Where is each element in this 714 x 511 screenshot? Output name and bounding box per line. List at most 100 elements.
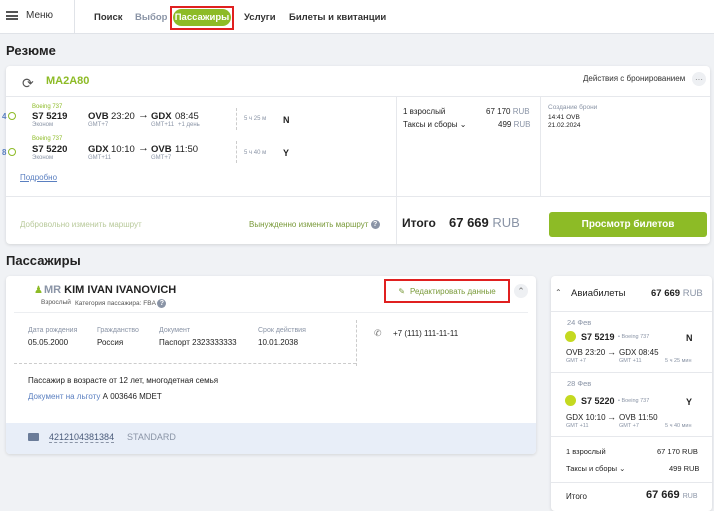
- tab-search[interactable]: Поиск: [94, 12, 123, 23]
- arrival-time: 11:50: [175, 144, 199, 155]
- divider: [356, 320, 357, 366]
- pnr-code: MA2A80: [46, 75, 90, 87]
- more-options-icon[interactable]: ···: [692, 72, 706, 86]
- divider: [236, 141, 237, 163]
- divider: [551, 482, 712, 483]
- aircraft-type: Boeing 737: [32, 136, 63, 142]
- currency: RUB: [682, 493, 698, 500]
- flight-number: S7 5220: [32, 144, 68, 155]
- booking-class: Y: [686, 397, 693, 407]
- flight-duration: 5 ч 25 м: [244, 116, 267, 122]
- tab-tickets[interactable]: Билеты и квитанции: [289, 12, 386, 23]
- field-value: 05.05.2000: [28, 338, 69, 347]
- departure-airport: OVB: [88, 111, 109, 122]
- departure-time: 10:10: [111, 144, 135, 155]
- refresh-icon[interactable]: ⟳: [22, 75, 34, 92]
- arrival-airport: GDX: [151, 111, 172, 122]
- aircraft-type: • Boeing 737: [618, 398, 650, 404]
- chevron-down-icon: ⌄: [619, 464, 626, 473]
- field-label: Срок действия: [258, 327, 306, 334]
- taxes-toggle[interactable]: Таксы и сборы ⌄: [403, 120, 466, 129]
- divider: [551, 372, 712, 373]
- benefit-doc-value: А 003646 MDET: [102, 392, 162, 401]
- sidebar-title: Авиабилеты: [571, 288, 626, 299]
- passenger-type: Взрослый: [41, 299, 71, 306]
- arrival-gmt: GMT+7: [151, 155, 172, 161]
- menu-label: Меню: [26, 10, 54, 21]
- currency: RUB: [513, 120, 531, 129]
- cabin-class: Эконом: [32, 155, 54, 161]
- arrow-right-icon: →: [607, 347, 616, 357]
- help-icon[interactable]: ?: [157, 299, 167, 308]
- currency: RUB: [512, 107, 530, 116]
- field-label: Документ: [159, 327, 191, 334]
- view-tickets-button[interactable]: Просмотр билетов: [549, 212, 707, 237]
- voluntary-change-link[interactable]: Добровольно изменить маршрут: [20, 220, 142, 229]
- chevron-up-icon[interactable]: ⌃: [514, 284, 528, 298]
- tab-select[interactable]: Выбор: [135, 12, 167, 23]
- created-time: 14:41 OVB: [548, 114, 580, 121]
- booking-class: Y: [283, 148, 290, 158]
- field-label: Дата рождения: [28, 327, 78, 334]
- created-date: 21.02.2024: [548, 122, 581, 129]
- chevron-down-icon: ⌄: [459, 120, 467, 129]
- forced-change-link[interactable]: Вынужденно изменить маршрут ?: [249, 220, 380, 230]
- airline-logo-icon: [565, 395, 576, 406]
- departure-time: 23:20: [111, 111, 135, 122]
- chevron-up-icon[interactable]: ⌃: [555, 288, 562, 297]
- divider: [6, 96, 710, 97]
- arrival-airport: OVB: [151, 144, 172, 155]
- divider: [6, 196, 710, 197]
- forced-change-label: Вынужденно изменить маршрут: [249, 220, 369, 229]
- departure: GDX 10:10: [566, 413, 606, 422]
- passenger-card: ♟ MR KIM IVAN IVANOVICH Взрослый Категор…: [6, 276, 536, 454]
- arrow-right-icon: →: [607, 412, 616, 422]
- help-icon[interactable]: ?: [370, 220, 380, 230]
- divider: [74, 0, 75, 34]
- flight-duration: 5 ч 40 м: [244, 150, 267, 156]
- phone-number: +7 (111) 111-11-11: [393, 329, 459, 338]
- arrival-gmt: GMT +11: [619, 358, 642, 364]
- taxes-label: Таксы и сборы: [403, 120, 458, 129]
- tickets-sidebar: ⌃ Авиабилеты 67 669 RUB 24 Фев S7 5219 •…: [551, 276, 712, 511]
- arrival-gmt: GMT+11: [151, 122, 175, 128]
- arrow-right-icon: →: [138, 142, 149, 154]
- segment-number: 8: [2, 148, 7, 157]
- divider: [396, 96, 397, 244]
- arrival-time: 08:45: [175, 111, 199, 122]
- section-title-passengers: Пассажиры: [6, 253, 81, 268]
- field-value: Паспорт 2323333333: [159, 338, 237, 347]
- passenger-name: MR KIM IVAN IVANOVICH: [44, 284, 176, 296]
- arrival-gmt: GMT +7: [619, 423, 639, 429]
- airline-logo-icon: [565, 331, 576, 342]
- menu-button[interactable]: Меню: [6, 10, 53, 21]
- grand-total-value: 67 669: [646, 489, 680, 501]
- details-link[interactable]: Подробно: [20, 173, 57, 182]
- divider: [540, 96, 541, 196]
- ticket-strip: 4212104381384 STANDARD: [6, 423, 536, 454]
- divider: [236, 108, 237, 130]
- adult-price: 67 170 RUB: [486, 107, 530, 116]
- divider: [14, 363, 356, 364]
- name-prefix: MR: [44, 284, 62, 296]
- divider: [14, 312, 528, 313]
- resume-card: ⟳ MA2A80 Действия с бронированием ··· 4 …: [2, 66, 710, 244]
- taxes-price: 499 RUB: [669, 464, 700, 473]
- highlight-box: [170, 6, 234, 30]
- adult-price-value: 67 170: [486, 107, 511, 116]
- top-navigation-bar: Меню Поиск Выбор Пассажиры Услуги Билеты…: [0, 0, 714, 34]
- next-day-note: +1 день: [178, 122, 200, 128]
- category-label: Категория пассажира: FBA: [75, 300, 156, 308]
- airline-icon: [8, 148, 16, 156]
- ticket-number[interactable]: 4212104381384: [49, 432, 115, 443]
- total-label: Итого: [402, 216, 436, 230]
- arrival: OVB 11:50: [619, 413, 658, 422]
- aircraft-type: Boeing 737: [32, 104, 63, 110]
- booking-actions-label[interactable]: Действия с бронированием: [583, 74, 685, 83]
- segment-number: 4: [2, 112, 7, 121]
- field-label: Гражданство: [97, 327, 139, 334]
- taxes-price-value: 499: [498, 120, 512, 129]
- booking-class: N: [686, 333, 693, 343]
- tab-services[interactable]: Услуги: [244, 12, 276, 23]
- taxes-toggle[interactable]: Таксы и сборы ⌄: [566, 464, 625, 473]
